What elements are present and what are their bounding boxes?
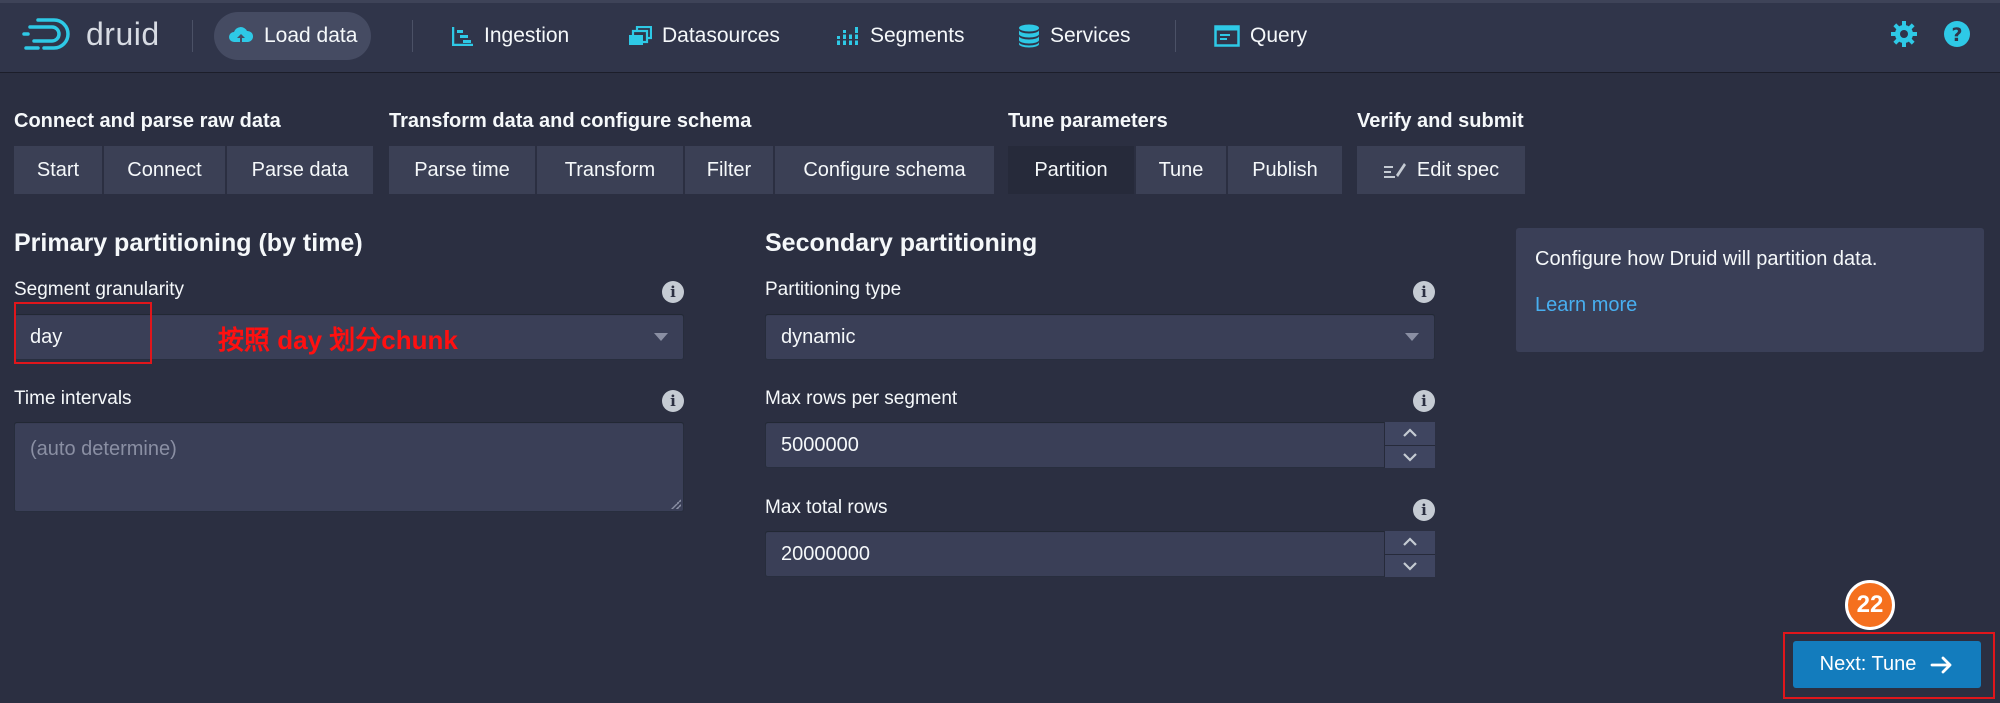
step-tune[interactable]: Tune — [1136, 146, 1228, 194]
annotation-highlight-box — [14, 302, 152, 364]
max-total-rows-value: 20000000 — [781, 542, 870, 565]
step-group-title-transform: Transform data and configure schema — [389, 110, 752, 132]
resize-handle-icon[interactable] — [671, 499, 681, 509]
info-icon[interactable]: i — [662, 281, 684, 303]
step-group-title-tune: Tune parameters — [1008, 110, 1168, 132]
step-edit-spec[interactable]: Edit spec — [1357, 146, 1525, 194]
partitioning-type-label: Partitioning type — [765, 279, 902, 300]
step-group-title-verify: Verify and submit — [1357, 110, 1524, 132]
cloud-upload-icon — [228, 25, 254, 47]
arrow-right-icon — [1930, 655, 1954, 675]
info-icon[interactable]: i — [662, 390, 684, 412]
time-intervals-label: Time intervals — [14, 388, 132, 409]
learn-more-link[interactable]: Learn more — [1535, 294, 1637, 317]
app-name: druid — [86, 15, 160, 52]
multi-select-icon — [628, 26, 652, 46]
annotation-note: 按照 day 划分chunk — [218, 325, 458, 355]
nav-datasources[interactable]: Datasources — [614, 12, 794, 60]
partition-help-callout: Configure how Druid will partition data.… — [1516, 228, 1984, 352]
max-rows-per-segment-input[interactable]: 5000000 — [765, 422, 1435, 468]
nav-ingestion-label: Ingestion — [484, 24, 570, 47]
step-group-title-connect: Connect and parse raw data — [14, 110, 281, 132]
application-icon — [1214, 25, 1240, 47]
nav-segments-label: Segments — [870, 24, 965, 47]
nav-query-label: Query — [1250, 24, 1308, 47]
next-tune-label: Next: Tune — [1819, 653, 1917, 675]
secondary-partitioning-title: Secondary partitioning — [765, 229, 1038, 257]
info-icon[interactable]: i — [1413, 281, 1435, 303]
caret-down-icon — [654, 333, 668, 341]
settings-gear-icon[interactable] — [1890, 20, 1918, 48]
step-configure-schema[interactable]: Configure schema — [775, 146, 994, 194]
callout-text: Configure how Druid will partition data. — [1535, 248, 1878, 270]
stacked-chart-icon — [836, 26, 860, 46]
time-intervals-textarea[interactable]: (auto determine) — [14, 422, 684, 512]
nav-load-data[interactable]: Load data — [214, 12, 372, 60]
numeric-stepper — [1384, 531, 1435, 577]
nav-load-data-label: Load data — [264, 24, 358, 47]
nav-services[interactable]: Services — [1004, 12, 1145, 60]
step-parse-time[interactable]: Parse time — [389, 146, 537, 194]
partitioning-type-select[interactable]: dynamic — [765, 314, 1435, 360]
info-icon[interactable]: i — [1413, 390, 1435, 412]
nav-ingestion[interactable]: Ingestion — [438, 12, 583, 60]
step-filter[interactable]: Filter — [685, 146, 775, 194]
window-edge — [0, 0, 2000, 3]
step-bar-tune: Partition Tune Publish — [1008, 146, 1342, 194]
nav-divider — [192, 20, 193, 52]
chevron-up-icon[interactable] — [1385, 422, 1435, 446]
step-bar-transform: Parse time Transform Filter Configure sc… — [389, 146, 994, 194]
nav-query[interactable]: Query — [1200, 12, 1321, 60]
chevron-down-icon[interactable] — [1385, 554, 1435, 577]
chevron-down-icon[interactable] — [1385, 445, 1435, 468]
nav-datasources-label: Datasources — [662, 24, 780, 47]
edit-spec-icon — [1383, 160, 1407, 180]
step-parse-data[interactable]: Parse data — [227, 146, 373, 194]
max-rows-per-segment-label: Max rows per segment — [765, 388, 958, 409]
step-partition[interactable]: Partition — [1008, 146, 1136, 194]
next-tune-button[interactable]: Next: Tune — [1793, 641, 1981, 688]
help-icon[interactable]: ? — [1943, 20, 1971, 48]
numeric-stepper — [1384, 422, 1435, 468]
chevron-up-icon[interactable] — [1385, 531, 1435, 555]
druid-logo[interactable]: druid — [22, 14, 160, 54]
step-connect[interactable]: Connect — [104, 146, 227, 194]
time-intervals-placeholder: (auto determine) — [30, 438, 177, 460]
step-transform[interactable]: Transform — [537, 146, 685, 194]
nav-divider — [1175, 20, 1176, 52]
step-bar-connect: Start Connect Parse data — [14, 146, 373, 194]
caret-down-icon — [1405, 333, 1419, 341]
step-bar-verify: Edit spec — [1357, 146, 1525, 194]
step-publish[interactable]: Publish — [1228, 146, 1342, 194]
step-number-badge: 22 — [1845, 580, 1895, 630]
partitioning-type-value: dynamic — [781, 325, 856, 348]
svg-text:?: ? — [1951, 24, 1962, 46]
max-total-rows-label: Max total rows — [765, 497, 888, 518]
step-start[interactable]: Start — [14, 146, 104, 194]
step-edit-spec-label: Edit spec — [1416, 158, 1500, 181]
info-icon[interactable]: i — [1413, 499, 1435, 521]
segment-granularity-label: Segment granularity — [14, 279, 185, 300]
druid-logo-icon — [22, 18, 70, 50]
nav-divider — [412, 20, 413, 52]
nav-segments[interactable]: Segments — [822, 12, 979, 60]
max-rows-per-segment-value: 5000000 — [781, 433, 859, 456]
primary-partitioning-title: Primary partitioning (by time) — [14, 229, 363, 257]
max-total-rows-input[interactable]: 20000000 — [765, 531, 1435, 577]
top-nav-bar: druid Load data Ingestion Datasources Se… — [0, 0, 2000, 72]
gantt-chart-icon — [452, 26, 474, 46]
nav-services-label: Services — [1050, 24, 1131, 47]
database-icon — [1018, 24, 1040, 48]
